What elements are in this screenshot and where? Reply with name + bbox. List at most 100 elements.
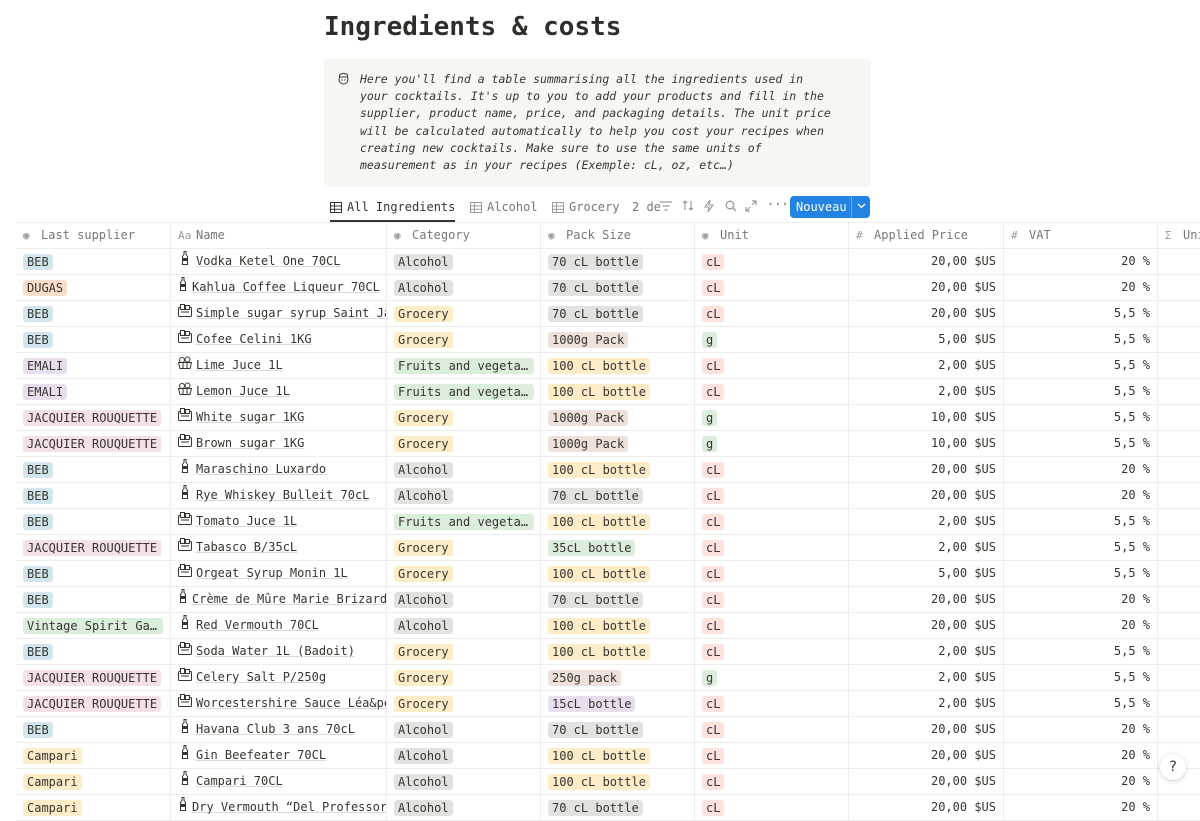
tab-grocery[interactable]: Grocery xyxy=(552,196,620,222)
applied-price-cell[interactable]: 2,00 $US xyxy=(849,691,1004,716)
table-row[interactable]: Campari Dry Vermouth “Del Professore” Alco… xyxy=(16,795,1200,821)
name-cell[interactable]: White sugar 1KG xyxy=(171,405,387,430)
unit-cell[interactable]: cL xyxy=(695,353,849,378)
name-cell[interactable]: Vodka Ketel One 70CL xyxy=(171,249,387,274)
unit-price-cell[interactable] xyxy=(1158,249,1200,274)
supplier-cell[interactable]: BEB xyxy=(16,483,171,508)
applied-price-cell[interactable]: 20,00 $US xyxy=(849,587,1004,612)
pack-size-cell[interactable]: 100 cL bottle xyxy=(541,769,695,794)
name-cell[interactable]: Tabasco B/35cL xyxy=(171,535,387,560)
applied-price-cell[interactable]: 2,00 $US xyxy=(849,665,1004,690)
pack-size-cell[interactable]: 70 cL bottle xyxy=(541,795,695,820)
applied-price-cell[interactable]: 5,00 $US xyxy=(849,327,1004,352)
category-cell[interactable]: Grocery xyxy=(387,301,541,326)
table-row[interactable]: BEB Crème de Mûre Marie Brizard Alcohol 70 … xyxy=(16,587,1200,613)
table-row[interactable]: BEB Vodka Ketel One 70CL Alcohol 70 cL bott… xyxy=(16,249,1200,275)
applied-price-cell[interactable]: 2,00 $US xyxy=(849,509,1004,534)
supplier-cell[interactable]: EMALI xyxy=(16,353,171,378)
name-cell[interactable]: Brown sugar 1KG xyxy=(171,431,387,456)
supplier-cell[interactable]: JACQUIER ROUQUETTE xyxy=(16,535,171,560)
unit-cell[interactable]: cL xyxy=(695,717,849,742)
applied-price-cell[interactable]: 2,00 $US xyxy=(849,639,1004,664)
pack-size-cell[interactable]: 35cL bottle xyxy=(541,535,695,560)
vat-cell[interactable]: 5,5 % xyxy=(1004,353,1158,378)
unit-cell[interactable]: cL xyxy=(695,743,849,768)
name-cell[interactable]: Orgeat Syrup Monin 1L xyxy=(171,561,387,586)
column-header-applied-price[interactable]: # Applied Price xyxy=(849,223,1004,248)
supplier-cell[interactable]: Campari xyxy=(16,795,171,820)
ingredient-name[interactable]: Brown sugar 1KG xyxy=(196,431,304,456)
ingredient-name[interactable]: Gin Beefeater 70CL xyxy=(196,743,326,768)
pack-size-cell[interactable]: 1000g Pack xyxy=(541,405,695,430)
supplier-cell[interactable]: BEB xyxy=(16,249,171,274)
automation-icon[interactable] xyxy=(703,199,715,215)
vat-cell[interactable]: 5,5 % xyxy=(1004,379,1158,404)
table-row[interactable]: JACQUIER ROUQUETTE Worcestershire Sauce L… xyxy=(16,691,1200,717)
supplier-cell[interactable]: JACQUIER ROUQUETTE xyxy=(16,431,171,456)
category-cell[interactable]: Alcohol xyxy=(387,769,541,794)
ingredient-name[interactable]: Worcestershire Sauce Léa&perrins xyxy=(196,691,386,716)
pack-size-cell[interactable]: 70 cL bottle xyxy=(541,483,695,508)
column-header-unit-price[interactable]: ΣUni xyxy=(1158,223,1200,248)
supplier-cell[interactable]: Campari xyxy=(16,743,171,768)
table-row[interactable]: BEB Rye Whiskey Bulleit 70cL Alcohol 70 cL … xyxy=(16,483,1200,509)
unit-price-cell[interactable] xyxy=(1158,379,1200,404)
pack-size-cell[interactable]: 70 cL bottle xyxy=(541,275,695,300)
applied-price-cell[interactable]: 2,00 $US xyxy=(849,379,1004,404)
supplier-cell[interactable]: BEB xyxy=(16,587,171,612)
category-cell[interactable]: Grocery xyxy=(387,431,541,456)
vat-cell[interactable]: 5,5 % xyxy=(1004,535,1158,560)
vat-cell[interactable]: 5,5 % xyxy=(1004,301,1158,326)
name-cell[interactable]: Dry Vermouth “Del Professore” xyxy=(171,795,387,820)
unit-cell[interactable]: cL xyxy=(695,483,849,508)
tab-alcohol[interactable]: Alcohol xyxy=(470,196,538,222)
ingredient-name[interactable]: Kahlua Coffee Liqueur 70CL xyxy=(192,275,380,300)
tab-all-ingredients[interactable]: All Ingredients xyxy=(330,196,456,222)
vat-cell[interactable]: 20 % xyxy=(1004,717,1158,742)
category-cell[interactable]: Grocery xyxy=(387,535,541,560)
name-cell[interactable]: Rye Whiskey Bulleit 70cL xyxy=(171,483,387,508)
search-icon[interactable] xyxy=(725,200,737,215)
pack-size-cell[interactable]: 100 cL bottle xyxy=(541,613,695,638)
unit-cell[interactable]: cL xyxy=(695,587,849,612)
table-row[interactable]: EMALI Lemon Juce 1L Fruits and vegetables 1… xyxy=(16,379,1200,405)
unit-cell[interactable]: cL xyxy=(695,795,849,820)
vat-cell[interactable]: 20 % xyxy=(1004,249,1158,274)
ingredient-name[interactable]: Soda Water 1L (Badoit) xyxy=(196,639,355,664)
ingredient-name[interactable]: Simple sugar syrup Saint Jam xyxy=(196,301,386,326)
category-cell[interactable]: Fruits and vegetables xyxy=(387,509,541,534)
pack-size-cell[interactable]: 70 cL bottle xyxy=(541,587,695,612)
unit-price-cell[interactable] xyxy=(1158,405,1200,430)
vat-cell[interactable]: 20 % xyxy=(1004,769,1158,794)
vat-cell[interactable]: 20 % xyxy=(1004,743,1158,768)
category-cell[interactable]: Alcohol xyxy=(387,717,541,742)
applied-price-cell[interactable]: 20,00 $US xyxy=(849,483,1004,508)
name-cell[interactable]: Red Vermouth 70CL xyxy=(171,613,387,638)
supplier-cell[interactable]: Campari xyxy=(16,769,171,794)
unit-cell[interactable]: cL xyxy=(695,561,849,586)
category-cell[interactable]: Fruits and vegetables xyxy=(387,353,541,378)
pack-size-cell[interactable]: 100 cL bottle xyxy=(541,561,695,586)
unit-price-cell[interactable] xyxy=(1158,535,1200,560)
table-row[interactable]: JACQUIER ROUQUETTE White sugar 1KG Grocery… xyxy=(16,405,1200,431)
pack-size-cell[interactable]: 100 cL bottle xyxy=(541,509,695,534)
table-row[interactable]: JACQUIER ROUQUETTE Tabasco B/35cL Grocery 3… xyxy=(16,535,1200,561)
unit-cell[interactable]: cL xyxy=(695,249,849,274)
unit-price-cell[interactable] xyxy=(1158,691,1200,716)
supplier-cell[interactable]: JACQUIER ROUQUETTE xyxy=(16,405,171,430)
table-row[interactable]: Campari Gin Beefeater 70CL Alcohol 100 cL b… xyxy=(16,743,1200,769)
ingredient-name[interactable]: Lemon Juce 1L xyxy=(196,379,290,404)
unit-cell[interactable]: cL xyxy=(695,301,849,326)
ingredient-name[interactable]: White sugar 1KG xyxy=(196,405,304,430)
ingredient-name[interactable]: Havana Club 3 ans 70cL xyxy=(196,717,355,742)
table-row[interactable]: JACQUIER ROUQUETTE Celery Salt P/250g Groc… xyxy=(16,665,1200,691)
supplier-cell[interactable]: JACQUIER ROUQUETTE xyxy=(16,691,171,716)
table-row[interactable]: DUGAS Kahlua Coffee Liqueur 70CL Alcohol 70… xyxy=(16,275,1200,301)
supplier-cell[interactable]: DUGAS xyxy=(16,275,171,300)
unit-cell[interactable]: cL xyxy=(695,769,849,794)
name-cell[interactable]: Crème de Mûre Marie Brizard xyxy=(171,587,387,612)
column-header-vat[interactable]: # VAT xyxy=(1004,223,1158,248)
ingredient-name[interactable]: Maraschino Luxardo xyxy=(196,457,326,482)
vat-cell[interactable]: 20 % xyxy=(1004,275,1158,300)
unit-price-cell[interactable] xyxy=(1158,795,1200,820)
